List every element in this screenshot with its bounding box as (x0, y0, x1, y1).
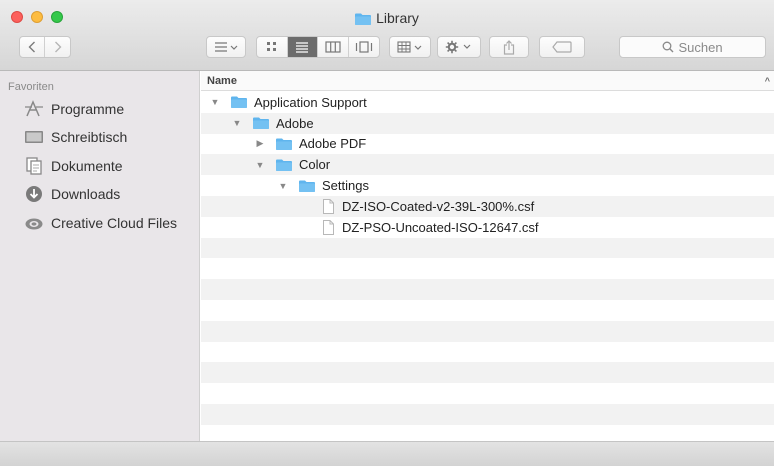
list-icon (296, 42, 309, 53)
share-icon (503, 39, 515, 55)
chevron-left-icon (28, 41, 35, 53)
column-view-button[interactable] (318, 37, 349, 57)
empty-row (201, 279, 774, 300)
columns-icon (325, 41, 341, 53)
column-header-label: Name (207, 75, 237, 87)
sidebar-section-header: Favoriten (8, 81, 54, 93)
disclosure-expanded-icon[interactable]: ▼ (254, 160, 266, 170)
folder-icon (231, 96, 247, 109)
sidebar-item-downloads[interactable]: Downloads (24, 182, 120, 206)
list-item[interactable]: ▼ Settings (201, 175, 774, 196)
group-icon (397, 41, 422, 53)
toolbar: Library Suchen (0, 0, 774, 71)
sidebar-item-creative-cloud-files[interactable]: Creative Cloud Files (24, 211, 177, 235)
cover-flow-button[interactable] (349, 37, 379, 57)
action-dropdown[interactable] (437, 36, 481, 58)
downloads-icon (24, 184, 44, 204)
empty-row (201, 362, 774, 384)
list-item[interactable]: ▼ Color (201, 154, 774, 176)
tags-button[interactable] (539, 36, 585, 58)
tag-icon (552, 41, 572, 53)
sidebar-item-label: Downloads (51, 186, 121, 202)
sidebar-item-label: Programme (51, 101, 125, 117)
gear-icon (445, 40, 471, 54)
applications-icon (24, 99, 44, 119)
list-item[interactable]: DZ-PSO-Uncoated-ISO-12647.csf (201, 217, 774, 238)
window-title: Library (0, 10, 774, 28)
file-name: Settings (322, 178, 369, 194)
sort-ascending-icon: ^ (764, 76, 770, 86)
desktop-icon (24, 127, 44, 147)
disclosure-collapsed-icon[interactable]: ▶ (254, 138, 266, 149)
document-icon (323, 198, 334, 214)
empty-row (201, 258, 774, 279)
sidebar-item-label: Creative Cloud Files (51, 215, 178, 231)
view-mode-group (256, 36, 380, 58)
file-name: Adobe (276, 115, 314, 131)
empty-row (201, 383, 774, 404)
file-name: DZ-PSO-Uncoated-ISO-12647.csf (342, 219, 539, 235)
sidebar-item-schreibtisch[interactable]: Schreibtisch (24, 125, 127, 149)
creative-cloud-icon (24, 213, 44, 233)
grid-icon (266, 42, 276, 51)
sidebar-item-label: Schreibtisch (51, 129, 128, 145)
file-name: Adobe PDF (299, 136, 367, 152)
empty-row (201, 320, 774, 342)
sidebar-item-dokumente[interactable]: Dokumente (24, 154, 123, 178)
navigation-buttons (19, 36, 71, 58)
search-placeholder: Suchen (678, 39, 723, 55)
folder-icon (299, 180, 315, 192)
back-button[interactable] (20, 37, 46, 57)
finder-window: Library Suchen Favoriten Programme Schre… (0, 0, 774, 466)
search-icon (663, 41, 674, 53)
share-button[interactable] (489, 36, 529, 58)
list-view-button[interactable] (287, 37, 318, 57)
disclosure-expanded-icon[interactable]: ▼ (231, 118, 243, 128)
group-by-dropdown[interactable] (389, 36, 431, 58)
arrange-dropdown[interactable] (206, 36, 246, 58)
folder-icon (355, 12, 372, 28)
empty-row (201, 342, 774, 363)
list-item[interactable]: DZ-ISO-Coated-v2-39L-300%.csf (201, 195, 774, 217)
sidebar-item-programme[interactable]: Programme (24, 97, 124, 121)
documents-icon (24, 156, 44, 176)
disclosure-expanded-icon[interactable]: ▼ (209, 97, 221, 107)
icon-view-button[interactable] (257, 37, 288, 57)
empty-row (201, 425, 774, 441)
list-item[interactable]: ▼ Adobe (201, 112, 774, 134)
forward-button[interactable] (45, 37, 70, 57)
empty-row (201, 300, 774, 321)
file-name: DZ-ISO-Coated-v2-39L-300%.csf (342, 198, 535, 214)
sidebar-item-label: Dokumente (51, 158, 123, 174)
empty-row (201, 237, 774, 259)
list-item[interactable]: ▼ Application Support (201, 92, 774, 113)
folder-icon (253, 117, 269, 130)
chevron-right-icon (54, 41, 61, 53)
list-arrange-icon (215, 42, 238, 52)
empty-row (201, 403, 774, 425)
cover-flow-icon (355, 41, 372, 53)
disclosure-expanded-icon[interactable]: ▼ (277, 181, 289, 191)
search-field[interactable]: Suchen (619, 36, 766, 58)
file-name: Application Support (254, 94, 367, 110)
status-bar (0, 441, 774, 466)
folder-icon (276, 159, 292, 171)
folder-icon (276, 138, 292, 150)
sidebar: Favoriten Programme Schreibtisch Dokumen… (0, 71, 200, 441)
file-list: Name ^ ▼ Application Support ▼ Adobe ▶ A… (201, 71, 774, 441)
file-name: Color (299, 157, 331, 173)
document-icon (323, 219, 334, 235)
file-rows: ▼ Application Support ▼ Adobe ▶ Adobe PD… (201, 92, 774, 441)
list-item[interactable]: ▶ Adobe PDF (201, 134, 774, 155)
column-header-name[interactable]: Name ^ (201, 71, 774, 91)
window-title-text: Library (376, 10, 419, 26)
